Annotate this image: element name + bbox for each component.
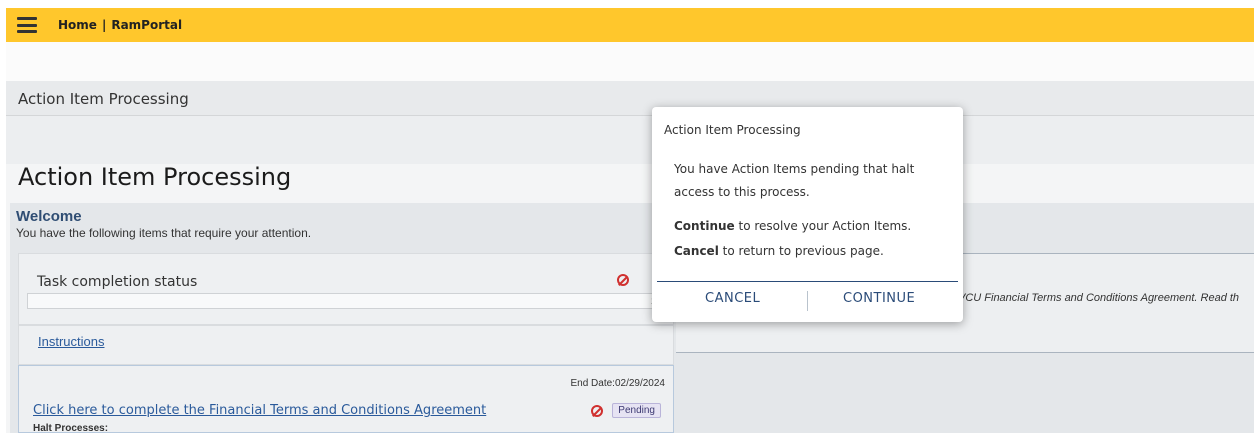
dialog-button-separator bbox=[807, 291, 808, 311]
content-band bbox=[6, 116, 1254, 164]
dialog-title: Action Item Processing bbox=[664, 123, 801, 137]
dialog-cancel-hint: Cancel to return to previous page. bbox=[674, 244, 884, 258]
blocked-icon bbox=[617, 274, 629, 286]
dialog-message-line: access to this process. bbox=[674, 185, 810, 199]
process-title-bar: Action Item Processing bbox=[6, 81, 1254, 116]
breadcrumb: Home | RamPortal bbox=[58, 18, 182, 32]
continue-button[interactable]: CONTINUE bbox=[843, 291, 915, 306]
end-date: End Date:02/29/2024 bbox=[570, 378, 665, 389]
cancel-button[interactable]: CANCEL bbox=[705, 291, 760, 306]
dialog-continue-hint-text: to resolve your Action Items. bbox=[734, 219, 912, 233]
page-title: Action Item Processing bbox=[18, 163, 292, 191]
breadcrumb-separator: | bbox=[101, 18, 107, 32]
header-spacer bbox=[6, 42, 1254, 81]
detail-text: VCU Financial Terms and Conditions Agree… bbox=[958, 292, 1240, 304]
action-item-link[interactable]: Click here to complete the Financial Ter… bbox=[33, 403, 486, 418]
breadcrumb-home[interactable]: Home bbox=[58, 18, 97, 32]
dialog-divider bbox=[657, 281, 958, 282]
instructions-card: Instructions bbox=[18, 325, 674, 365]
dialog-continue-hint: Continue to resolve your Action Items. bbox=[674, 219, 911, 233]
dialog-cancel-hint-text: to return to previous page. bbox=[718, 244, 884, 258]
dialog-message-line: You have Action Items pending that halt bbox=[674, 162, 915, 176]
status-badge: Pending bbox=[612, 403, 661, 418]
process-title: Action Item Processing bbox=[18, 90, 189, 108]
menu-icon[interactable] bbox=[17, 17, 37, 33]
task-status-card: Task completion status 1 bbox=[18, 253, 674, 325]
welcome-text: You have the following items that requir… bbox=[16, 226, 312, 240]
top-header: Home | RamPortal bbox=[6, 8, 1254, 42]
task-status-label: Task completion status bbox=[37, 274, 198, 290]
action-item-card: End Date:02/29/2024 Click here to comple… bbox=[18, 365, 674, 433]
halt-processes-label: Halt Processes: bbox=[33, 423, 109, 433]
instructions-link[interactable]: Instructions bbox=[38, 334, 104, 349]
task-progress-bar: 1 bbox=[27, 293, 667, 309]
dialog-cancel-keyword: Cancel bbox=[674, 244, 719, 258]
welcome-title: Welcome bbox=[16, 208, 82, 225]
action-item-dialog: Action Item Processing You have Action I… bbox=[652, 107, 963, 322]
blocked-icon bbox=[591, 405, 603, 417]
page-content: Action Item Processing Action Item Proce… bbox=[6, 81, 1254, 433]
breadcrumb-ramportal[interactable]: RamPortal bbox=[111, 18, 182, 32]
dialog-continue-keyword: Continue bbox=[674, 219, 735, 233]
